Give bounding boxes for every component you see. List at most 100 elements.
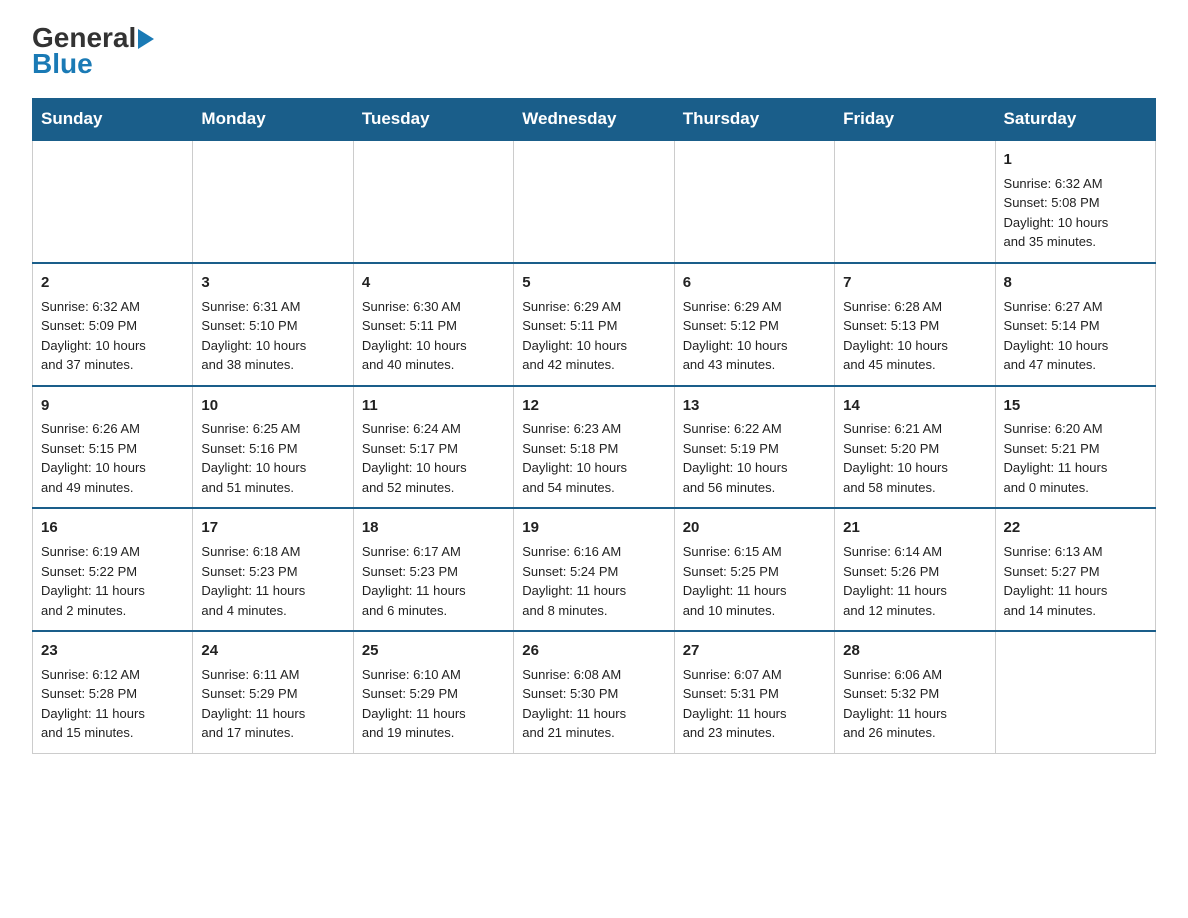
calendar-cell: 24 Sunrise: 6:11 AM Sunset: 5:29 PM Dayli…	[193, 631, 353, 753]
day-of-week-header: Saturday	[995, 99, 1155, 141]
logo-arrow-icon	[138, 29, 154, 49]
calendar-header-row: SundayMondayTuesdayWednesdayThursdayFrid…	[33, 99, 1156, 141]
calendar-table: SundayMondayTuesdayWednesdayThursdayFrid…	[32, 98, 1156, 754]
day-number: 7	[843, 272, 986, 294]
day-info: Sunrise: 6:06 AM Sunset: 5:32 PM Dayligh…	[843, 665, 986, 743]
day-info: Sunrise: 6:21 AM Sunset: 5:20 PM Dayligh…	[843, 419, 986, 497]
day-info: Sunrise: 6:08 AM Sunset: 5:30 PM Dayligh…	[522, 665, 665, 743]
day-info: Sunrise: 6:15 AM Sunset: 5:25 PM Dayligh…	[683, 542, 826, 620]
day-info: Sunrise: 6:29 AM Sunset: 5:11 PM Dayligh…	[522, 297, 665, 375]
day-info: Sunrise: 6:30 AM Sunset: 5:11 PM Dayligh…	[362, 297, 505, 375]
calendar-cell: 27 Sunrise: 6:07 AM Sunset: 5:31 PM Dayli…	[674, 631, 834, 753]
calendar-cell	[193, 140, 353, 263]
day-info: Sunrise: 6:11 AM Sunset: 5:29 PM Dayligh…	[201, 665, 344, 743]
day-info: Sunrise: 6:16 AM Sunset: 5:24 PM Dayligh…	[522, 542, 665, 620]
day-info: Sunrise: 6:14 AM Sunset: 5:26 PM Dayligh…	[843, 542, 986, 620]
day-number: 17	[201, 517, 344, 539]
calendar-cell: 16 Sunrise: 6:19 AM Sunset: 5:22 PM Dayli…	[33, 508, 193, 631]
day-number: 8	[1004, 272, 1147, 294]
calendar-cell	[674, 140, 834, 263]
day-info: Sunrise: 6:32 AM Sunset: 5:09 PM Dayligh…	[41, 297, 184, 375]
calendar-cell: 28 Sunrise: 6:06 AM Sunset: 5:32 PM Dayli…	[835, 631, 995, 753]
calendar-week-row: 2Sunrise: 6:32 AM Sunset: 5:09 PM Daylig…	[33, 263, 1156, 386]
day-number: 16	[41, 517, 184, 539]
calendar-cell: 8 Sunrise: 6:27 AM Sunset: 5:14 PM Daylig…	[995, 263, 1155, 386]
day-number: 5	[522, 272, 665, 294]
day-number: 13	[683, 395, 826, 417]
day-of-week-header: Monday	[193, 99, 353, 141]
calendar-cell: 12Sunrise: 6:23 AM Sunset: 5:18 PM Dayli…	[514, 386, 674, 509]
calendar-cell: 6Sunrise: 6:29 AM Sunset: 5:12 PM Daylig…	[674, 263, 834, 386]
page-header: General Blue	[32, 24, 1156, 80]
day-number: 14	[843, 395, 986, 417]
day-of-week-header: Wednesday	[514, 99, 674, 141]
calendar-cell: 22 Sunrise: 6:13 AM Sunset: 5:27 PM Dayli…	[995, 508, 1155, 631]
calendar-week-row: 1 Sunrise: 6:32 AM Sunset: 5:08 PM Daylig…	[33, 140, 1156, 263]
calendar-cell: 9Sunrise: 6:26 AM Sunset: 5:15 PM Daylig…	[33, 386, 193, 509]
calendar-cell: 15Sunrise: 6:20 AM Sunset: 5:21 PM Dayli…	[995, 386, 1155, 509]
calendar-cell	[995, 631, 1155, 753]
day-number: 28	[843, 640, 986, 662]
day-info: Sunrise: 6:23 AM Sunset: 5:18 PM Dayligh…	[522, 419, 665, 497]
calendar-cell: 2Sunrise: 6:32 AM Sunset: 5:09 PM Daylig…	[33, 263, 193, 386]
day-number: 4	[362, 272, 505, 294]
day-number: 11	[362, 395, 505, 417]
calendar-cell	[835, 140, 995, 263]
calendar-week-row: 16 Sunrise: 6:19 AM Sunset: 5:22 PM Dayli…	[33, 508, 1156, 631]
day-info: Sunrise: 6:25 AM Sunset: 5:16 PM Dayligh…	[201, 419, 344, 497]
calendar-cell: 1 Sunrise: 6:32 AM Sunset: 5:08 PM Daylig…	[995, 140, 1155, 263]
calendar-cell	[353, 140, 513, 263]
day-info: Sunrise: 6:31 AM Sunset: 5:10 PM Dayligh…	[201, 297, 344, 375]
calendar-cell: 14Sunrise: 6:21 AM Sunset: 5:20 PM Dayli…	[835, 386, 995, 509]
calendar-cell: 3Sunrise: 6:31 AM Sunset: 5:10 PM Daylig…	[193, 263, 353, 386]
day-info: Sunrise: 6:18 AM Sunset: 5:23 PM Dayligh…	[201, 542, 344, 620]
day-number: 27	[683, 640, 826, 662]
calendar-cell: 17 Sunrise: 6:18 AM Sunset: 5:23 PM Dayli…	[193, 508, 353, 631]
day-number: 18	[362, 517, 505, 539]
day-of-week-header: Tuesday	[353, 99, 513, 141]
calendar-cell: 23 Sunrise: 6:12 AM Sunset: 5:28 PM Dayli…	[33, 631, 193, 753]
day-info: Sunrise: 6:26 AM Sunset: 5:15 PM Dayligh…	[41, 419, 184, 497]
calendar-week-row: 9Sunrise: 6:26 AM Sunset: 5:15 PM Daylig…	[33, 386, 1156, 509]
day-number: 25	[362, 640, 505, 662]
day-of-week-header: Thursday	[674, 99, 834, 141]
day-number: 22	[1004, 517, 1147, 539]
calendar-cell: 10Sunrise: 6:25 AM Sunset: 5:16 PM Dayli…	[193, 386, 353, 509]
day-number: 6	[683, 272, 826, 294]
day-info: Sunrise: 6:32 AM Sunset: 5:08 PM Dayligh…	[1004, 174, 1147, 252]
day-number: 12	[522, 395, 665, 417]
day-number: 19	[522, 517, 665, 539]
day-info: Sunrise: 6:24 AM Sunset: 5:17 PM Dayligh…	[362, 419, 505, 497]
day-info: Sunrise: 6:07 AM Sunset: 5:31 PM Dayligh…	[683, 665, 826, 743]
day-info: Sunrise: 6:19 AM Sunset: 5:22 PM Dayligh…	[41, 542, 184, 620]
day-number: 1	[1004, 149, 1147, 171]
logo-blue-text: Blue	[32, 48, 154, 80]
day-number: 10	[201, 395, 344, 417]
day-number: 9	[41, 395, 184, 417]
logo: General Blue	[32, 24, 154, 80]
calendar-cell: 4 Sunrise: 6:30 AM Sunset: 5:11 PM Daylig…	[353, 263, 513, 386]
calendar-cell: 11Sunrise: 6:24 AM Sunset: 5:17 PM Dayli…	[353, 386, 513, 509]
calendar-cell: 25 Sunrise: 6:10 AM Sunset: 5:29 PM Dayli…	[353, 631, 513, 753]
calendar-cell	[514, 140, 674, 263]
day-info: Sunrise: 6:27 AM Sunset: 5:14 PM Dayligh…	[1004, 297, 1147, 375]
day-info: Sunrise: 6:10 AM Sunset: 5:29 PM Dayligh…	[362, 665, 505, 743]
day-of-week-header: Sunday	[33, 99, 193, 141]
day-number: 20	[683, 517, 826, 539]
day-info: Sunrise: 6:22 AM Sunset: 5:19 PM Dayligh…	[683, 419, 826, 497]
day-info: Sunrise: 6:20 AM Sunset: 5:21 PM Dayligh…	[1004, 419, 1147, 497]
day-number: 21	[843, 517, 986, 539]
day-info: Sunrise: 6:13 AM Sunset: 5:27 PM Dayligh…	[1004, 542, 1147, 620]
day-of-week-header: Friday	[835, 99, 995, 141]
calendar-cell: 13Sunrise: 6:22 AM Sunset: 5:19 PM Dayli…	[674, 386, 834, 509]
calendar-cell: 5 Sunrise: 6:29 AM Sunset: 5:11 PM Daylig…	[514, 263, 674, 386]
day-number: 24	[201, 640, 344, 662]
calendar-cell: 20 Sunrise: 6:15 AM Sunset: 5:25 PM Dayli…	[674, 508, 834, 631]
calendar-week-row: 23 Sunrise: 6:12 AM Sunset: 5:28 PM Dayli…	[33, 631, 1156, 753]
day-number: 23	[41, 640, 184, 662]
day-info: Sunrise: 6:28 AM Sunset: 5:13 PM Dayligh…	[843, 297, 986, 375]
calendar-cell: 21 Sunrise: 6:14 AM Sunset: 5:26 PM Dayli…	[835, 508, 995, 631]
calendar-cell: 19 Sunrise: 6:16 AM Sunset: 5:24 PM Dayli…	[514, 508, 674, 631]
day-number: 15	[1004, 395, 1147, 417]
day-info: Sunrise: 6:12 AM Sunset: 5:28 PM Dayligh…	[41, 665, 184, 743]
